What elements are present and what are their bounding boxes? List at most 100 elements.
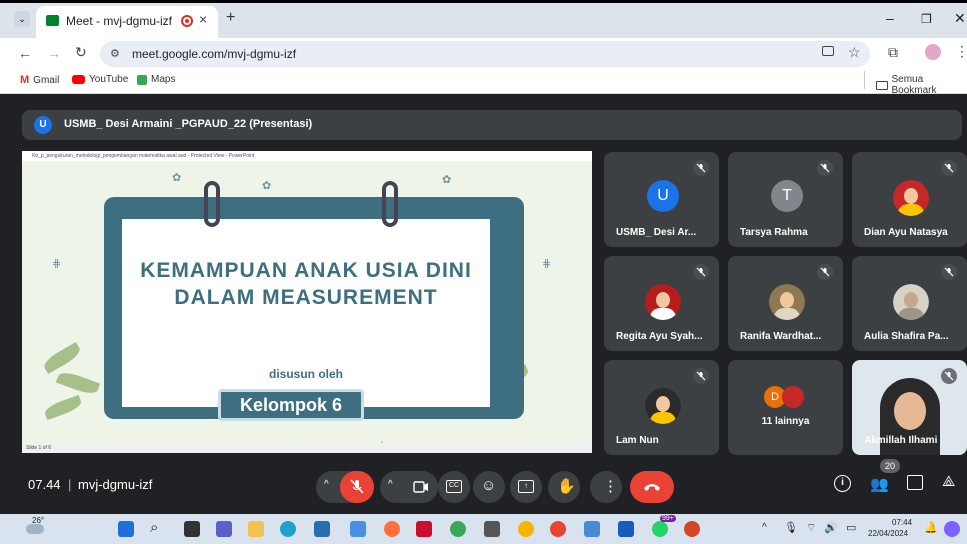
bookmark-youtube[interactable]: YouTube: [72, 74, 128, 85]
mic-control[interactable]: ^: [316, 471, 374, 503]
tab-close-icon[interactable]: ×: [199, 11, 207, 27]
whatsapp-icon[interactable]: [652, 521, 668, 537]
participant-tile[interactable]: Regita Ayu Syah...: [604, 256, 719, 351]
edge-icon[interactable]: [280, 521, 296, 537]
emoji-button[interactable]: ☺: [473, 471, 505, 503]
meeting-time: 07.44: [28, 477, 61, 492]
mic-off-icon: [941, 264, 957, 280]
whatsapp-badge: 99+: [660, 515, 676, 522]
sprig-decoration: ✿: [442, 174, 452, 186]
meeting-info-icon[interactable]: i: [834, 475, 851, 492]
extensions-icon[interactable]: ⧉: [888, 44, 898, 61]
participant-tile[interactable]: U USMB_ Desi Ar...: [604, 152, 719, 247]
more-vert-icon: ⋮: [603, 478, 618, 495]
people-icon[interactable]: 👥: [870, 475, 889, 493]
present-button[interactable]: ↑: [510, 471, 542, 503]
bookmark-maps[interactable]: Maps: [137, 74, 175, 85]
restore-icon[interactable]: ❐: [921, 12, 932, 26]
mic-toggle-button[interactable]: [340, 471, 374, 503]
wifi-icon[interactable]: ⌔: [806, 521, 816, 535]
battery-icon[interactable]: ▭: [846, 521, 856, 534]
participant-video-tile[interactable]: Akmillah Ilhami: [852, 360, 967, 455]
bookmark-label: Gmail: [33, 74, 60, 86]
chrome-icon[interactable]: [550, 521, 566, 537]
firefox-icon[interactable]: [384, 521, 400, 537]
participant-name: Regita Ayu Syah...: [616, 331, 703, 342]
mic-off-icon: [693, 264, 709, 280]
separator: |: [68, 477, 72, 492]
leave-call-button[interactable]: [630, 471, 674, 503]
camera-control[interactable]: ^: [380, 471, 438, 503]
store-icon[interactable]: [314, 521, 330, 537]
weather-icon[interactable]: [26, 524, 44, 534]
mic-options-chevron-icon[interactable]: ^: [324, 479, 329, 490]
camera-icon[interactable]: [822, 46, 834, 56]
powerpoint-statusbar: Slide 1 of 6: [22, 443, 592, 453]
minimize-icon[interactable]: –: [886, 10, 894, 26]
search-icon[interactable]: ⌕: [150, 519, 158, 536]
menu-kebab-icon[interactable]: ⋮: [955, 43, 967, 60]
others-tile[interactable]: D 11 lainnya: [728, 360, 843, 455]
divider: [864, 71, 865, 89]
forward-icon[interactable]: →: [47, 45, 61, 61]
profile-avatar[interactable]: [925, 44, 941, 60]
task-view-icon[interactable]: [184, 521, 200, 537]
camera-options-chevron-icon[interactable]: ^: [388, 479, 393, 490]
address-bar[interactable]: ⚙ meet.google.com/mvj-dgmu-izf ☆: [100, 41, 870, 67]
all-bookmarks[interactable]: Semua Bookmark: [876, 74, 967, 96]
site-info-icon[interactable]: ⚙: [110, 47, 120, 60]
copilot-icon[interactable]: [944, 521, 960, 537]
sprig-decoration: ✿: [262, 180, 272, 192]
participant-tile[interactable]: T Tarsya Rahma: [728, 152, 843, 247]
participant-tile[interactable]: Lam Nun: [604, 360, 719, 455]
back-icon[interactable]: ←: [18, 45, 32, 61]
participant-name: Dian Ayu Natasya: [864, 227, 948, 238]
app-icon[interactable]: [350, 521, 366, 537]
video-face: [894, 392, 926, 430]
presenter-bar: U USMB_ Desi Armaini _PGPAUD_22 (Present…: [22, 110, 962, 140]
more-options-button[interactable]: ⋮: [590, 471, 622, 503]
windows-start-icon[interactable]: [118, 521, 134, 537]
window-close-icon[interactable]: ✕: [954, 10, 966, 27]
app-icon[interactable]: [450, 521, 466, 537]
notification-bell-icon[interactable]: 🔔: [924, 521, 938, 534]
word-icon[interactable]: [618, 521, 634, 537]
participant-tile[interactable]: Aulia Shafira Pa...: [852, 256, 967, 351]
camera-toggle-button[interactable]: [404, 471, 438, 503]
volume-icon[interactable]: 🔊: [824, 521, 838, 534]
activities-icon[interactable]: ⟁: [942, 473, 955, 490]
mic-off-icon: [941, 160, 957, 176]
participant-tile[interactable]: Dian Ayu Natasya: [852, 152, 967, 247]
mic-off-icon: [693, 368, 709, 384]
mcafee-icon[interactable]: [416, 521, 432, 537]
participant-photo: [645, 388, 681, 424]
raise-hand-button[interactable]: ✋: [548, 471, 580, 503]
top-border: [0, 0, 967, 3]
slide-byline: disusun oleh: [268, 367, 343, 381]
camera-app-icon[interactable]: [484, 521, 500, 537]
url-text: meet.google.com/mvj-dgmu-izf: [132, 47, 297, 61]
powerpoint-icon[interactable]: [684, 521, 700, 537]
captions-button[interactable]: CC: [438, 471, 470, 503]
mic-tray-icon[interactable]: 🎙: [784, 521, 798, 534]
others-avatar-photo: [782, 386, 804, 408]
participant-tile[interactable]: Ranifa Wardhat...: [728, 256, 843, 351]
tab-meet[interactable]: Meet - mvj-dgmu-izf ×: [36, 6, 218, 38]
new-tab-icon[interactable]: +: [226, 9, 235, 27]
notepad-icon[interactable]: [584, 521, 600, 537]
shared-screen: Kb_p_pengukuran_metodologi_pengembangan …: [22, 151, 592, 453]
chat-icon[interactable]: [907, 475, 923, 490]
tray-chevron-icon[interactable]: ^: [762, 522, 767, 533]
chat-app-icon[interactable]: [216, 521, 232, 537]
participant-name: USMB_ Desi Ar...: [616, 227, 697, 238]
participant-photo: [769, 284, 805, 320]
bookmark-gmail[interactable]: M Gmail: [20, 74, 59, 86]
clock-date[interactable]: 22/04/2024: [868, 529, 908, 538]
reload-icon[interactable]: ↻: [75, 44, 87, 61]
clock-time[interactable]: 07:44: [892, 518, 912, 527]
hand-icon: ✋: [557, 478, 576, 495]
app-icon[interactable]: [518, 521, 534, 537]
bookmark-star-icon[interactable]: ☆: [848, 44, 861, 61]
file-explorer-icon[interactable]: [248, 521, 264, 537]
tab-search-chevron-icon[interactable]: ⌄: [14, 11, 30, 27]
